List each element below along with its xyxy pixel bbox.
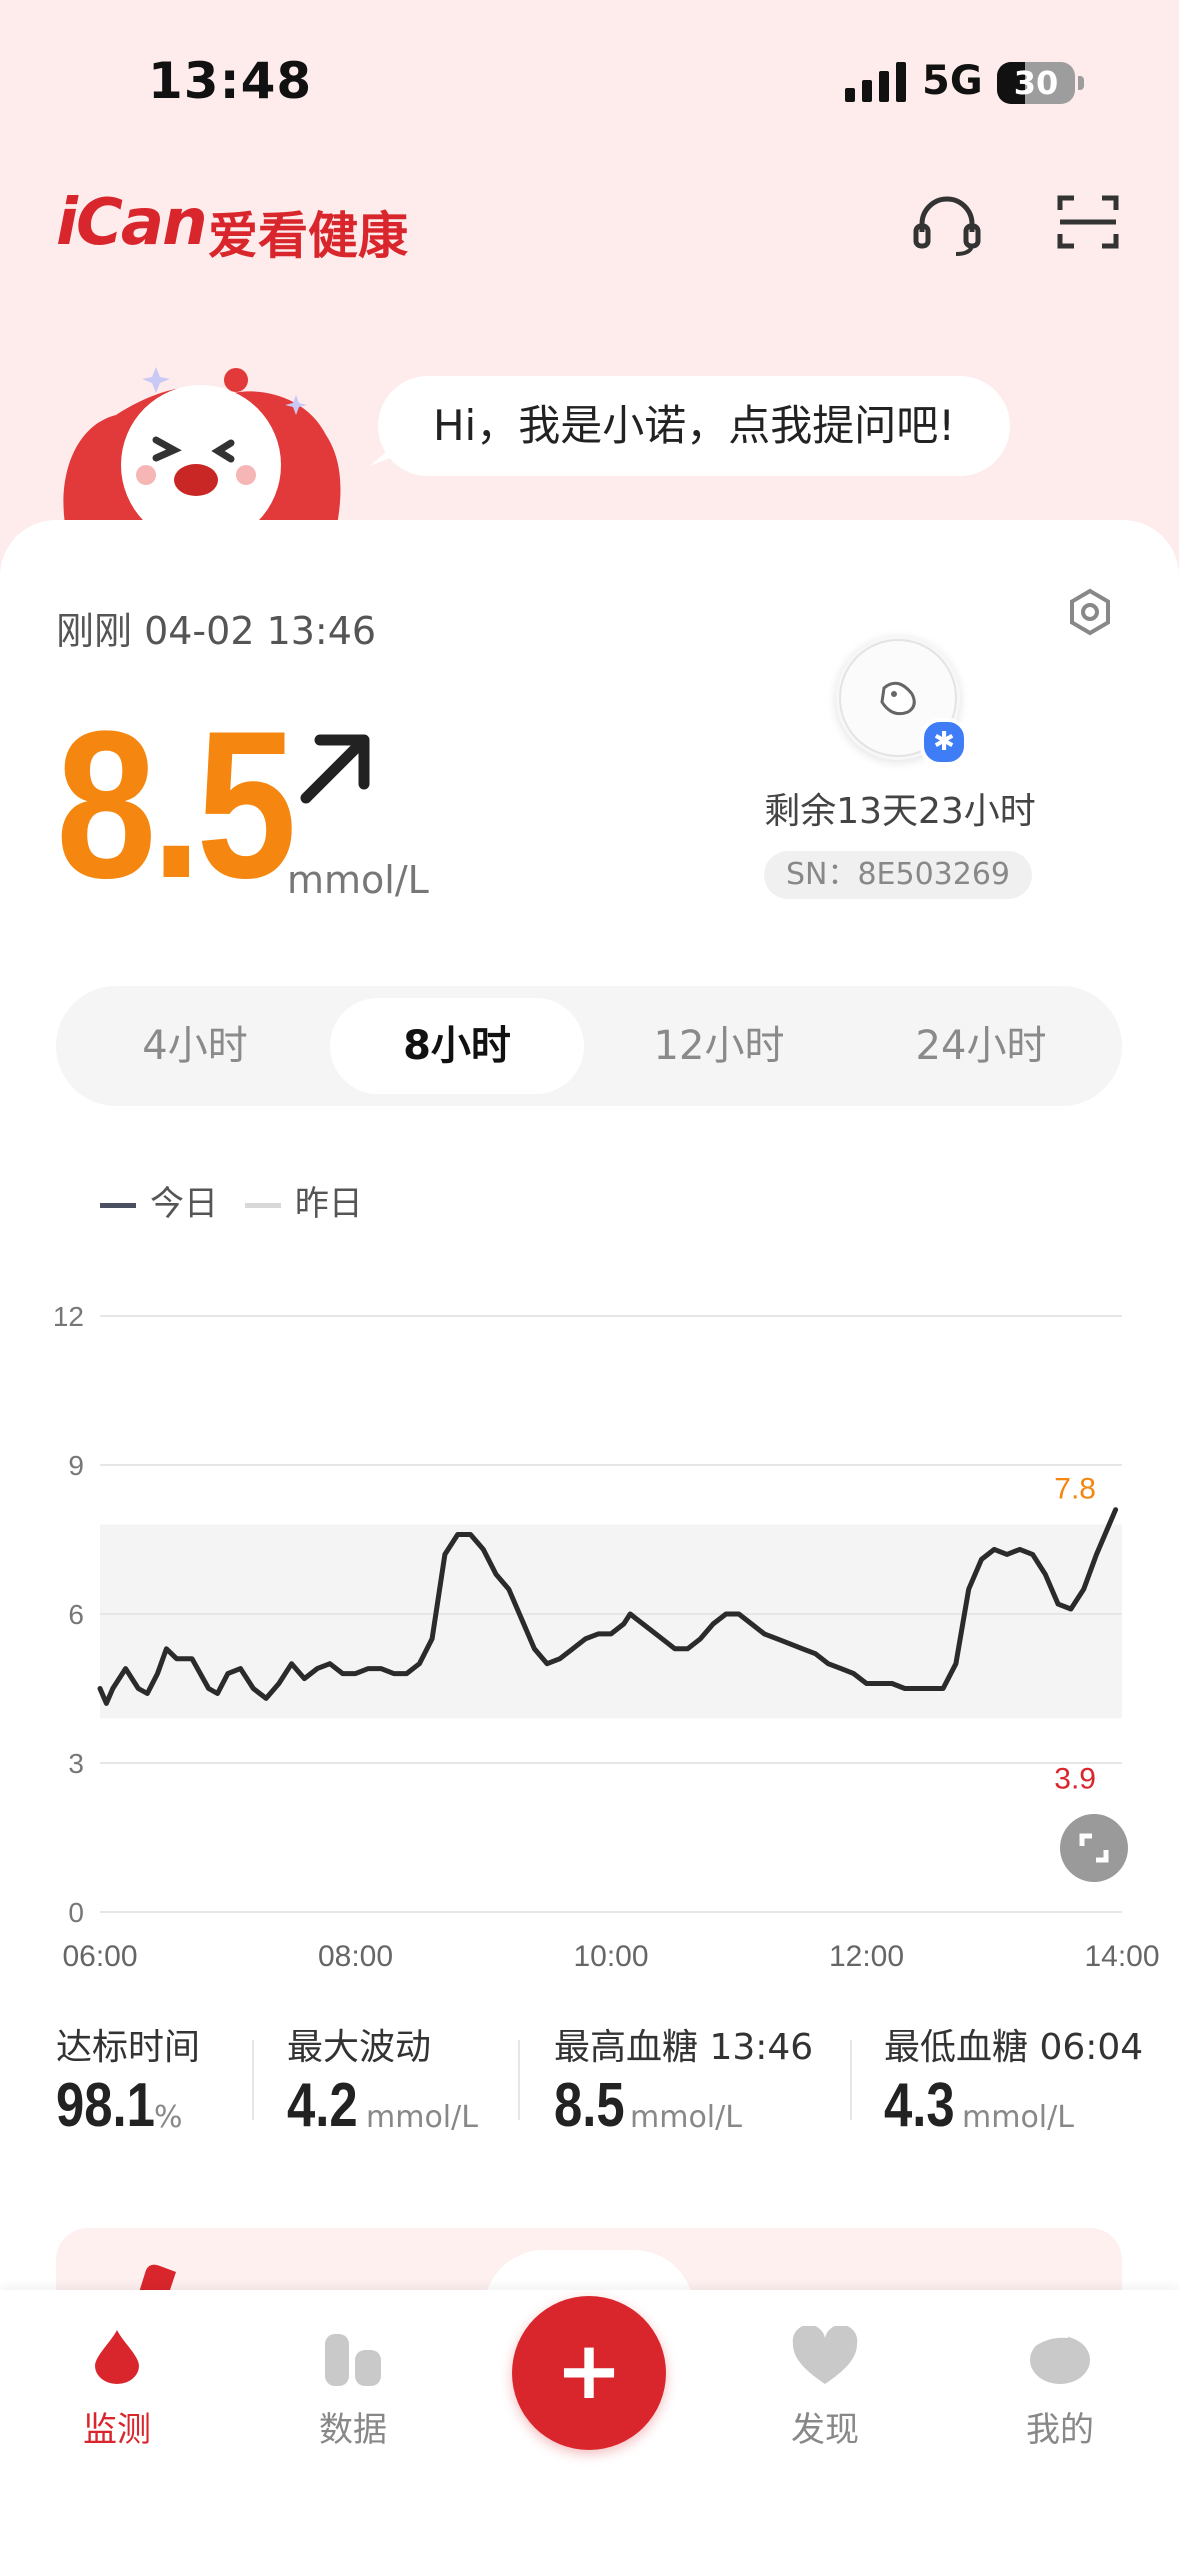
- scan-icon[interactable]: [1056, 192, 1120, 252]
- tab-12h[interactable]: 12小时: [592, 998, 846, 1094]
- stat-unit-in-range: %: [154, 2100, 183, 2135]
- settings-icon[interactable]: [1066, 588, 1114, 636]
- stat-label-highest: 最高血糖 13:46: [554, 2027, 814, 2068]
- y-tick-label: 3: [68, 1748, 84, 1779]
- expand-chart-button[interactable]: [1060, 1814, 1128, 1882]
- reading-timestamp: 刚刚 04-02 13:46: [56, 609, 377, 653]
- legend-today: 今日: [150, 1184, 218, 1224]
- bars-icon: [325, 2334, 381, 2386]
- legend-yesterday: 昨日: [294, 1184, 363, 1224]
- nav-profile[interactable]: 我的: [985, 2326, 1135, 2451]
- stat-value-highest: 8.5: [554, 2071, 625, 2140]
- tab-8h[interactable]: 8小时: [330, 998, 584, 1094]
- y-tick-label: 6: [68, 1599, 84, 1630]
- x-tick-label: 12:00: [829, 1940, 904, 1970]
- drop-icon: [95, 2330, 139, 2384]
- battery-icon: 30: [997, 62, 1075, 104]
- x-tick-label: 10:00: [573, 1940, 648, 1970]
- y-tick-label: 9: [68, 1450, 84, 1481]
- sensor-serial: SN：8E503269: [764, 851, 1032, 899]
- app-logo-cn: 爱看健康: [208, 207, 408, 265]
- glucose-unit: mmol/L: [287, 858, 429, 902]
- nav-label-profile: 我的: [1026, 2410, 1094, 2450]
- stat-unit-highest: mmol/L: [630, 2100, 742, 2135]
- plus-icon: +: [555, 2324, 623, 2417]
- expand-icon: [1079, 1833, 1109, 1863]
- add-button[interactable]: +: [512, 2296, 666, 2450]
- legend-swatch-yesterday: [244, 1203, 281, 1208]
- mascot-image[interactable]: [56, 355, 346, 530]
- x-tick-label: 06:00: [62, 1940, 137, 1970]
- tab-24h[interactable]: 24小时: [854, 998, 1108, 1094]
- bluetooth-icon: ✱: [920, 718, 968, 766]
- heart-icon: [792, 2326, 858, 2384]
- headset-icon[interactable]: [912, 192, 982, 256]
- app-logo: iCan: [56, 186, 208, 260]
- stat-divider: [518, 2040, 520, 2120]
- legend-swatch-today: [100, 1203, 136, 1208]
- stat-label-lowest: 最低血糖 06:04: [884, 2027, 1144, 2068]
- x-tick-label: 08:00: [318, 1940, 393, 1970]
- battery-level: 30: [1013, 64, 1059, 102]
- stat-unit-lowest: mmol/L: [962, 2100, 1074, 2135]
- status-time: 13:48: [148, 52, 313, 110]
- profile-icon: [1030, 2333, 1090, 2384]
- stat-divider: [850, 2040, 852, 2120]
- stat-label-max-fluctuation: 最大波动: [287, 2027, 432, 2068]
- y-tick-label: 0: [68, 1897, 84, 1928]
- nav-discover[interactable]: 发现: [750, 2326, 900, 2451]
- nav-data[interactable]: 数据: [278, 2326, 428, 2451]
- target-upper-label: 7.8: [1054, 1473, 1096, 1506]
- x-tick-label: 14:00: [1084, 1940, 1159, 1970]
- network-label: 5G: [922, 58, 983, 104]
- range-tabs: 4小时 8小时 12小时 24小时: [56, 986, 1122, 1106]
- target-lower-label: 3.9: [1054, 1762, 1096, 1795]
- sensor-remaining: 剩余13天23小时: [764, 791, 1036, 832]
- stat-divider: [252, 2040, 254, 2120]
- nav-label-monitor: 监测: [83, 2410, 151, 2450]
- stat-value-in-range: 98.1: [56, 2071, 155, 2140]
- glucose-value: 8.5: [56, 687, 297, 922]
- tab-4h[interactable]: 4小时: [68, 998, 322, 1094]
- nav-monitor[interactable]: 监测: [42, 2326, 192, 2451]
- signal-icon: [845, 62, 906, 102]
- stat-label-in-range: 达标时间: [56, 2027, 201, 2068]
- nav-label-discover: 发现: [791, 2410, 859, 2450]
- chart-legend: 今日 昨日: [100, 1176, 363, 1225]
- nav-label-data: 数据: [319, 2410, 387, 2450]
- y-tick-label: 12: [53, 1301, 84, 1332]
- trend-arrow-icon: [300, 734, 370, 804]
- stat-value-max-fluctuation: 4.2: [287, 2071, 358, 2140]
- stat-value-lowest: 4.3: [884, 2071, 955, 2140]
- battery-tip: [1078, 76, 1084, 90]
- stat-unit-max-fluctuation: mmol/L: [366, 2100, 478, 2135]
- assistant-bubble[interactable]: Hi，我是小诺，点我提问吧!: [378, 376, 1010, 476]
- glucose-chart[interactable]: 0 3 6 9 12 06:00 08:00 10:00 12:00 14:00 7.8 3.9: [0, 1270, 1179, 1970]
